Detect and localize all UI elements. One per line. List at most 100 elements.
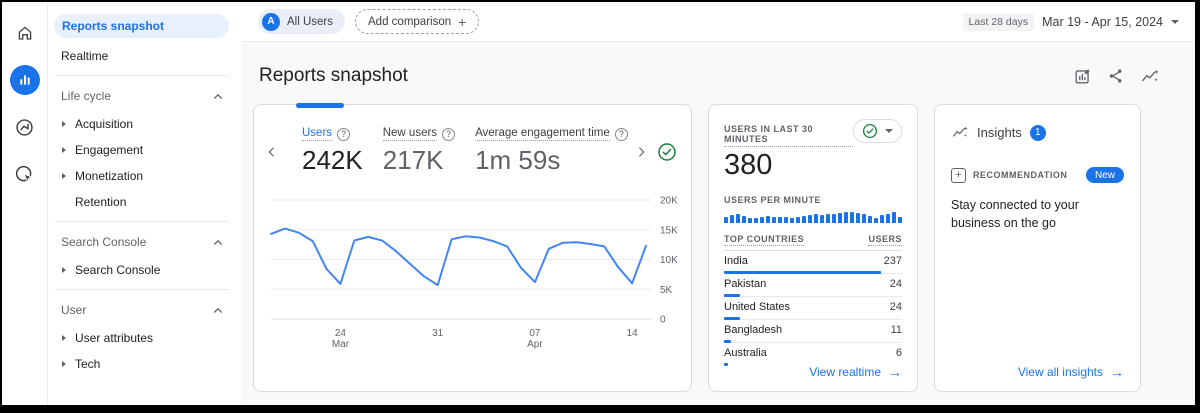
insights-count-badge: 1 (1030, 125, 1046, 141)
minute-bar (742, 216, 746, 223)
minute-bar (868, 216, 872, 223)
date-range-picker[interactable]: Last 28 days Mar 19 - Apr 15, 2024 (963, 13, 1179, 31)
nav-label: User attributes (75, 331, 153, 345)
help-icon[interactable]: ? (442, 128, 455, 141)
nav-label: Acquisition (75, 117, 133, 131)
link-label: View realtime (809, 365, 881, 379)
view-insights-icon[interactable] (1140, 67, 1160, 86)
minute-bar (790, 218, 794, 223)
metric-label: New users (383, 127, 437, 141)
minute-bar (784, 217, 788, 223)
recommendation-text[interactable]: Stay connected to your business on the g… (951, 196, 1124, 232)
minute-bar (796, 217, 800, 223)
explore-icon[interactable] (10, 112, 40, 142)
country-row: Pakistan24 (724, 274, 902, 297)
users-line-chart: 05K10K15K20K24Mar3107Apr14 (268, 190, 680, 352)
recommendation-label: RECOMMENDATION (973, 170, 1067, 180)
nav-label: Monetization (75, 169, 143, 183)
nav-label: Reports snapshot (62, 19, 164, 33)
country-name: India (724, 255, 748, 267)
svg-text:20K: 20K (660, 196, 678, 207)
svg-text:0: 0 (660, 315, 666, 326)
view-realtime-link[interactable]: View realtime → (809, 365, 902, 379)
expand-arrow-icon (62, 121, 66, 127)
insights-title: Insights (977, 125, 1022, 140)
previous-metrics-button[interactable] (262, 144, 282, 160)
minute-bar (820, 215, 824, 223)
sidebar-item-retention[interactable]: Retention (48, 190, 241, 214)
all-users-chip[interactable]: A All Users (258, 9, 345, 34)
minute-bar (898, 217, 902, 223)
metric-new-users[interactable]: New users? 217K (383, 127, 455, 176)
metric-avg-engagement-time[interactable]: Average engagement time? 1m 59s (475, 127, 628, 176)
realtime-title: USERS IN LAST 30 MINUTES (724, 124, 853, 147)
header-actions (1073, 67, 1160, 86)
minute-bar (778, 217, 782, 223)
segment-avatar: A (262, 13, 280, 31)
country-users: 24 (890, 301, 902, 313)
minute-bar (838, 213, 842, 223)
users-overview-card: Users? 242K New users? 217K Average enga… (253, 104, 692, 392)
country-row: Australia6 (724, 343, 902, 365)
page-header: Reports snapshot (241, 42, 1195, 104)
comparison-bar: A All Users Add comparison + Last 28 day… (241, 2, 1195, 42)
section-label: Search Console (61, 235, 146, 249)
svg-text:5K: 5K (660, 285, 673, 296)
nav-divider (55, 75, 229, 76)
users-per-minute-chart (724, 212, 902, 223)
top-countries-header: TOP COUNTRIES USERS (724, 234, 902, 251)
share-icon[interactable] (1107, 67, 1125, 85)
nav-divider (55, 289, 229, 290)
minute-bar (772, 217, 776, 223)
metric-value: 242K (302, 145, 363, 176)
sidebar-item-tech[interactable]: Tech (48, 352, 241, 376)
country-row: United States24 (724, 297, 902, 320)
minute-bar (766, 216, 770, 223)
sidebar-item-realtime[interactable]: Realtime (48, 44, 241, 68)
country-users: 237 (884, 255, 902, 267)
view-all-insights-link[interactable]: View all insights → (1018, 365, 1124, 379)
sidebar-item-acquisition[interactable]: Acquisition (48, 112, 241, 136)
page-title: Reports snapshot (259, 65, 408, 87)
sidebar-item-reports-snapshot[interactable]: Reports snapshot (54, 14, 229, 38)
nav-section-user[interactable]: User (48, 298, 241, 322)
customize-report-icon[interactable] (1073, 67, 1092, 86)
sidebar-item-monetization[interactable]: Monetization (48, 164, 241, 188)
metric-label: Average engagement time (475, 127, 610, 141)
realtime-status-dropdown[interactable] (853, 119, 902, 143)
svg-text:14: 14 (627, 328, 639, 339)
svg-text:Apr: Apr (527, 339, 543, 350)
insights-card: Insights 1 + RECOMMENDATION New Stay con… (934, 104, 1141, 392)
minute-bar (724, 217, 728, 223)
caret-down-icon (1171, 20, 1179, 24)
help-icon[interactable]: ? (337, 128, 350, 141)
minute-bar (886, 214, 890, 223)
section-label: User (61, 303, 86, 317)
sidebar-item-user-attributes[interactable]: User attributes (48, 326, 241, 350)
minute-bar (802, 216, 806, 223)
nav-section-life-cycle[interactable]: Life cycle (48, 84, 241, 108)
help-icon[interactable]: ? (615, 128, 628, 141)
home-icon[interactable] (10, 18, 40, 48)
cards-row: Users? 242K New users? 217K Average enga… (241, 104, 1195, 392)
country-users: 11 (891, 324, 902, 336)
sidebar-item-search-console[interactable]: Search Console (48, 258, 241, 282)
reports-icon[interactable] (10, 65, 40, 95)
nav-divider (55, 221, 229, 222)
minute-bar (862, 214, 866, 223)
chip-label: Add comparison (368, 16, 451, 28)
minute-bar (880, 215, 884, 223)
sidebar-item-engagement[interactable]: Engagement (48, 138, 241, 162)
next-metrics-button[interactable] (631, 144, 651, 160)
minute-bar (826, 214, 830, 223)
country-name: Pakistan (724, 278, 766, 290)
add-comparison-button[interactable]: Add comparison + (355, 9, 479, 34)
metric-users[interactable]: Users? 242K (302, 127, 363, 176)
data-quality-icon[interactable] (657, 142, 677, 162)
nav-section-search-console[interactable]: Search Console (48, 230, 241, 254)
metric-value: 1m 59s (475, 145, 628, 176)
advertising-icon[interactable] (10, 159, 40, 189)
plus-icon: + (458, 15, 466, 29)
realtime-card: USERS IN LAST 30 MINUTES 380 USERS PER M… (708, 104, 918, 392)
arrow-right-icon: → (888, 365, 902, 379)
